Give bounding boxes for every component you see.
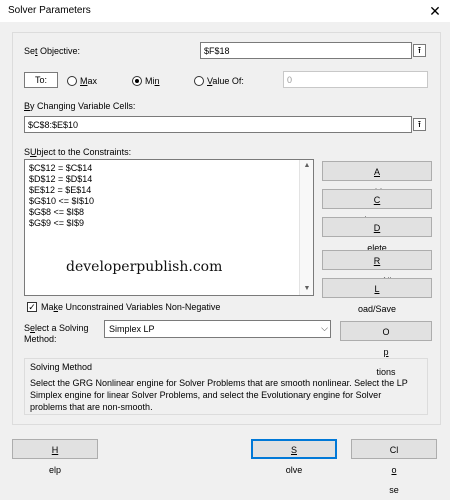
to-label: To:: [24, 72, 58, 88]
change-button[interactable]: Change: [322, 189, 432, 225]
constraint-item[interactable]: $G$9 <= $I$9: [29, 218, 84, 228]
watermark: developerpublish.com: [66, 259, 223, 275]
collapse-icon[interactable]: ⭱: [413, 118, 426, 131]
load-save-button[interactable]: Load/Save: [322, 278, 432, 314]
scroll-up-icon[interactable]: ▲: [300, 160, 314, 172]
collapse-icon[interactable]: ⭱: [413, 44, 426, 57]
constraint-item[interactable]: $D$12 = $D$14: [29, 174, 92, 184]
options-button[interactable]: Op tions: [340, 321, 432, 377]
changing-cells-label: By Changing Variable Cells:: [24, 101, 136, 111]
constraint-item[interactable]: $C$12 = $C$14: [29, 163, 92, 173]
window-title: Solver Parameters: [8, 5, 91, 16]
constraint-item[interactable]: $G$10 <= $I$10: [29, 196, 94, 206]
max-radio[interactable]: [67, 76, 77, 86]
solving-method-description: Select the GRG Nonlinear engine for Solv…: [30, 378, 408, 412]
solving-method-select[interactable]: Simplex LP ⌵: [104, 320, 331, 338]
solving-method-value: Simplex LP: [109, 324, 155, 334]
solving-method-heading: Solving Method: [30, 362, 93, 372]
value-of-input[interactable]: 0: [283, 71, 428, 88]
min-radio[interactable]: [132, 76, 142, 86]
unconstrained-label[interactable]: Make Unconstrained Variables Non-Negativ…: [41, 302, 220, 312]
constraint-item[interactable]: $E$12 = $E$14: [29, 185, 91, 195]
close-button[interactable]: Cl o se: [351, 439, 437, 495]
set-objective-label: Set Objective:: [24, 46, 81, 56]
solving-method-label: Select a Solving: [24, 323, 89, 333]
constraints-label: SUbject to the Constraints:: [24, 147, 132, 157]
add-button[interactable]: Add: [322, 161, 432, 197]
delete-button[interactable]: Delete: [322, 217, 432, 253]
value-of-radio[interactable]: [194, 76, 204, 86]
chevron-down-icon[interactable]: ⌵: [321, 323, 328, 334]
constraints-scrollbar[interactable]: ▲ ▼: [299, 160, 313, 295]
constraint-item[interactable]: $G$8 <= $I$8: [29, 207, 84, 217]
help-button[interactable]: Help: [12, 439, 98, 475]
changing-cells-input[interactable]: $C$8:$E$10: [24, 116, 412, 133]
constraints-list[interactable]: $C$12 = $C$14 $D$12 = $D$14 $E$12 = $E$1…: [24, 159, 314, 296]
value-of-label[interactable]: Value Of:: [207, 76, 244, 86]
objective-input[interactable]: $F$18: [200, 42, 412, 59]
solving-method-label-line2: Method:: [24, 334, 57, 344]
max-label[interactable]: Max: [80, 76, 97, 86]
unconstrained-checkbox[interactable]: ✓: [27, 302, 37, 312]
min-label[interactable]: Min: [145, 76, 160, 86]
solve-button[interactable]: Solve: [251, 439, 337, 475]
scroll-down-icon[interactable]: ▼: [300, 283, 314, 295]
reset-all-button[interactable]: Reset All: [322, 250, 432, 286]
close-icon[interactable]: ✕: [426, 2, 444, 20]
